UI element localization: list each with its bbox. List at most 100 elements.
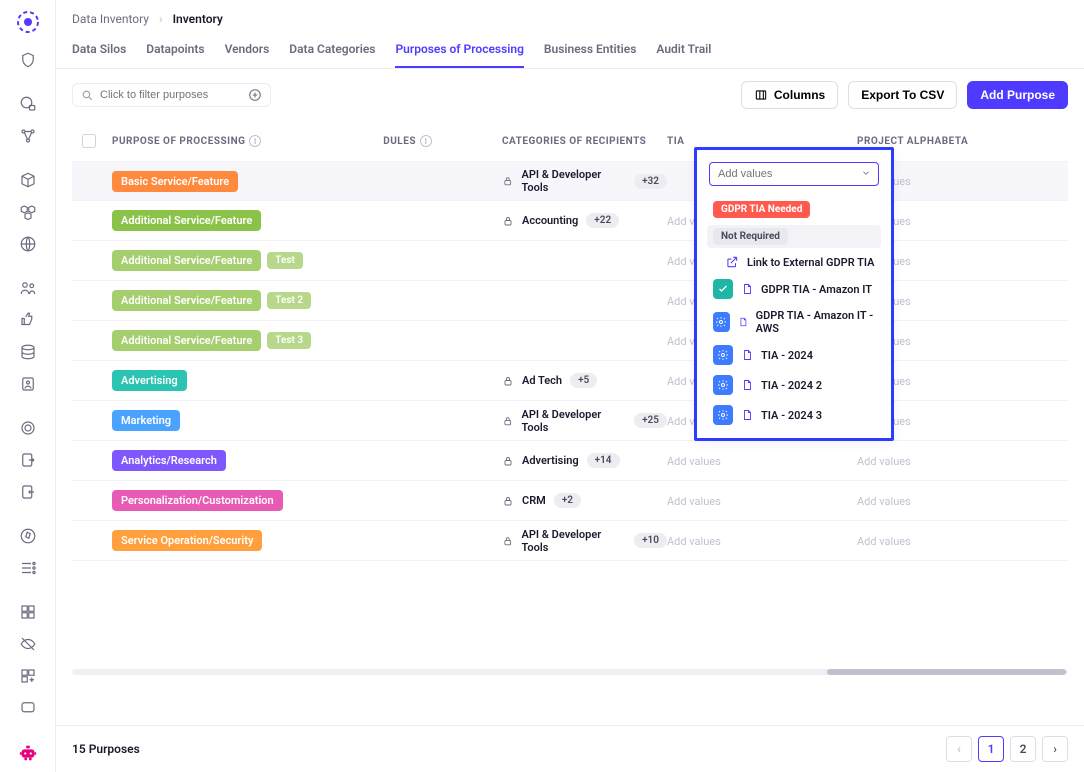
nav-chat-icon[interactable]: [12, 694, 44, 722]
table-row[interactable]: Additional Service/FeatureTestAdd values…: [72, 241, 1068, 281]
nav-cube-icon[interactable]: [12, 166, 44, 194]
purpose-subtag[interactable]: Test 3: [267, 332, 311, 349]
nav-globe-lock-icon[interactable]: [12, 90, 44, 118]
tab-item[interactable]: Data Silos: [72, 42, 126, 68]
nav-page-in-icon[interactable]: [12, 478, 44, 506]
table-body: Basic Service/FeatureAPI & Developer Too…: [72, 161, 1068, 561]
export-csv-button[interactable]: Export To CSV: [848, 81, 957, 109]
tab-item[interactable]: Datapoints: [146, 42, 204, 68]
tia-dropdown-input[interactable]: [709, 162, 879, 186]
nav-compass-icon[interactable]: [12, 522, 44, 550]
table-row[interactable]: Service Operation/SecurityAPI & Develope…: [72, 521, 1068, 561]
tia-dropdown-item[interactable]: TIA - 2024 3: [707, 402, 881, 428]
nav-graph-icon[interactable]: [12, 122, 44, 150]
link-external-icon: [725, 255, 739, 269]
nav-eye-off-icon[interactable]: [12, 630, 44, 658]
document-icon: [741, 349, 753, 361]
tab-item[interactable]: Business Entities: [544, 42, 636, 68]
col-project[interactable]: PROJECT ALPHABETA: [857, 136, 1037, 147]
tia-dropdown-item[interactable]: GDPR TIA Needed: [707, 198, 881, 221]
recipient-count-badge[interactable]: +5: [570, 373, 597, 388]
info-icon: i: [249, 135, 261, 147]
breadcrumb: Data Inventory › Inventory: [56, 0, 1084, 26]
nav-badge-icon[interactable]: [12, 370, 44, 398]
source-square-icon: [713, 312, 730, 332]
nav-support-bot-icon[interactable]: [12, 742, 44, 764]
filter-purposes-field[interactable]: [72, 83, 271, 107]
project-add-values[interactable]: Add values: [857, 455, 911, 468]
nav-grid-icon[interactable]: [12, 598, 44, 626]
nav-target-icon[interactable]: [12, 414, 44, 442]
tia-add-values[interactable]: Add values: [667, 495, 721, 508]
scrollbar-thumb[interactable]: [827, 669, 1066, 675]
nav-add-grid-icon[interactable]: [12, 662, 44, 690]
col-tia[interactable]: TIA: [667, 136, 857, 147]
breadcrumb-root[interactable]: Data Inventory: [72, 12, 149, 26]
tab-item[interactable]: Purposes of Processing: [395, 42, 523, 68]
tia-dropdown-item[interactable]: GDPR TIA - Amazon IT - AWS: [707, 306, 881, 338]
lock-icon: [502, 375, 514, 387]
columns-button[interactable]: Columns: [741, 81, 838, 109]
purpose-tag[interactable]: Additional Service/Feature: [112, 250, 261, 271]
tab-item[interactable]: Data Categories: [289, 42, 375, 68]
page-prev-button[interactable]: ‹: [946, 736, 972, 762]
table-row[interactable]: AdvertisingAd Tech+5Add valuesAdd values: [72, 361, 1068, 401]
plus-circle-icon[interactable]: [248, 88, 262, 102]
nav-cubes-icon[interactable]: [12, 198, 44, 226]
purpose-tag[interactable]: Marketing: [112, 410, 180, 431]
tab-item[interactable]: Audit Trail: [656, 42, 711, 68]
nav-settings-list-icon[interactable]: [12, 554, 44, 582]
table-row[interactable]: Additional Service/FeatureTest 2Add valu…: [72, 281, 1068, 321]
table-row[interactable]: Analytics/ResearchAdvertising+14Add valu…: [72, 441, 1068, 481]
nav-world-icon[interactable]: [12, 230, 44, 258]
recipient-count-badge[interactable]: +25: [634, 413, 667, 428]
select-all-checkbox[interactable]: [82, 134, 96, 148]
tia-dropdown-list: GDPR TIA Needed Not Required Link to Exter…: [697, 194, 891, 438]
purpose-tag[interactable]: Additional Service/Feature: [112, 290, 261, 311]
purpose-tag[interactable]: Additional Service/Feature: [112, 330, 261, 351]
tia-add-values[interactable]: Add values: [667, 535, 721, 548]
nav-page-out-icon[interactable]: [12, 446, 44, 474]
add-purpose-button[interactable]: Add Purpose: [967, 81, 1068, 109]
nav-shield-icon[interactable]: [12, 46, 44, 74]
horizontal-scrollbar[interactable]: [72, 669, 1068, 677]
purpose-subtag[interactable]: Test 2: [267, 292, 311, 309]
tia-dropdown-item[interactable]: TIA - 2024: [707, 342, 881, 368]
nav-people-icon[interactable]: [12, 274, 44, 302]
project-add-values[interactable]: Add values: [857, 535, 911, 548]
table-row[interactable]: Personalization/CustomizationCRM+2Add va…: [72, 481, 1068, 521]
tia-add-values[interactable]: Add values: [667, 455, 721, 468]
purpose-subtag[interactable]: Test: [267, 252, 303, 269]
filter-purposes-input[interactable]: [100, 89, 242, 101]
table-row[interactable]: Basic Service/FeatureAPI & Developer Too…: [72, 161, 1068, 201]
page-number-button[interactable]: 2: [1010, 736, 1036, 762]
tia-dropdown-item[interactable]: GDPR TIA - Amazon IT: [707, 276, 881, 302]
purpose-tag[interactable]: Personalization/Customization: [112, 490, 283, 511]
lock-icon: [502, 175, 514, 187]
col-recipients[interactable]: CATEGORIES OF RECIPIENTS: [432, 136, 667, 147]
page-number-button[interactable]: 1: [978, 736, 1004, 762]
col-modules-partial[interactable]: DULES i: [372, 135, 432, 147]
col-purpose[interactable]: PURPOSE OF PROCESSING i: [112, 135, 372, 147]
tia-dropdown-item[interactable]: TIA - 2024 2: [707, 372, 881, 398]
purpose-tag[interactable]: Analytics/Research: [112, 450, 226, 471]
purpose-tag[interactable]: Service Operation/Security: [112, 530, 262, 551]
nav-database-icon[interactable]: [12, 338, 44, 366]
purpose-tag[interactable]: Advertising: [112, 370, 187, 391]
tab-item[interactable]: Vendors: [225, 42, 270, 68]
recipient-count-badge[interactable]: +22: [586, 213, 619, 228]
purpose-tag[interactable]: Basic Service/Feature: [112, 171, 238, 192]
table-row[interactable]: Additional Service/FeatureAccounting+22A…: [72, 201, 1068, 241]
page-next-button[interactable]: ›: [1042, 736, 1068, 762]
purpose-tag[interactable]: Additional Service/Feature: [112, 210, 261, 231]
project-add-values[interactable]: Add values: [857, 495, 911, 508]
recipient-count-badge[interactable]: +14: [587, 453, 620, 468]
tia-dropdown-item[interactable]: Not Required: [707, 225, 881, 248]
table-row[interactable]: Additional Service/FeatureTest 3Add valu…: [72, 321, 1068, 361]
recipient-count-badge[interactable]: +32: [634, 174, 667, 189]
recipient-count-badge[interactable]: +10: [634, 533, 667, 548]
table-row[interactable]: MarketingAPI & Developer Tools+25Add val…: [72, 401, 1068, 441]
tia-dropdown-item[interactable]: Link to External GDPR TIA: [707, 252, 881, 272]
recipient-count-badge[interactable]: +2: [554, 493, 581, 508]
nav-thumbs-icon[interactable]: [12, 306, 44, 334]
